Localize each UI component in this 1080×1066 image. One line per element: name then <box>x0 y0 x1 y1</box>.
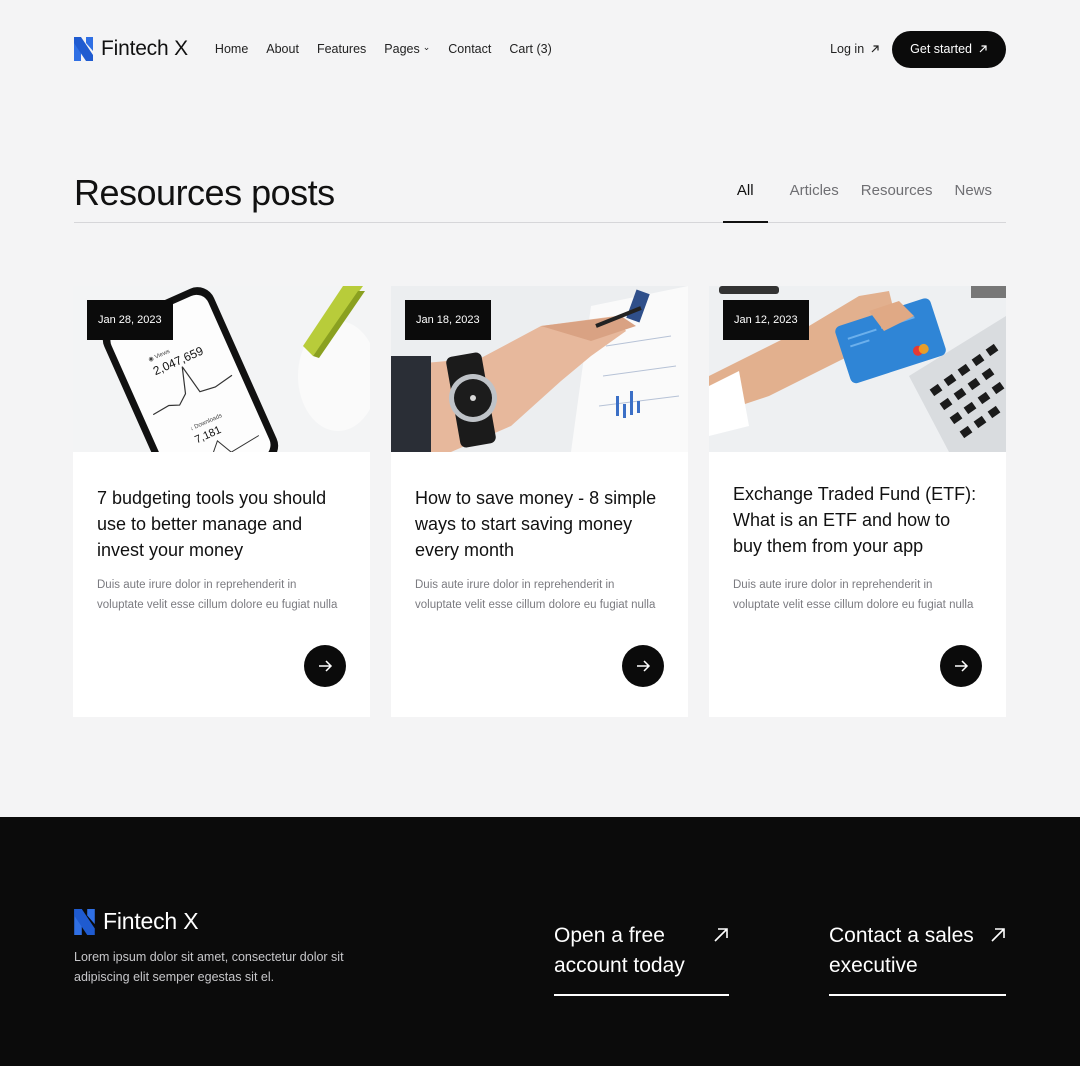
post-date: Jan 18, 2023 <box>405 300 491 340</box>
contact-sales-label: Contact a sales executive <box>829 924 974 977</box>
post-excerpt: Duis aute irure dolor in reprehenderit i… <box>415 579 656 611</box>
post-excerpt: Duis aute irure dolor in reprehenderit i… <box>733 579 974 611</box>
post-title[interactable]: 7 budgeting tools you should use to bett… <box>97 485 346 563</box>
posts-grid: ◉ Views 2,047,659 ↓ Downloads 7,181 Jan … <box>73 286 1006 717</box>
get-started-label: Get started <box>910 42 972 56</box>
arrow-up-right-icon <box>979 45 987 53</box>
arrow-up-right-icon <box>714 928 728 942</box>
nav-about[interactable]: About <box>266 42 299 56</box>
nav-pages-label: Pages <box>384 42 420 56</box>
nav-home[interactable]: Home <box>215 42 248 56</box>
post-date: Jan 12, 2023 <box>723 300 809 340</box>
footer-brand-logo[interactable]: Fintech X <box>74 908 199 935</box>
get-started-button[interactable]: Get started <box>892 30 1006 68</box>
open-account-label: Open a free account today <box>554 924 685 977</box>
post-image: Jan 18, 2023 <box>391 286 688 452</box>
tab-resources[interactable]: Resources <box>861 182 933 222</box>
post-card[interactable]: Jan 12, 2023 Exchange Traded Fund (ETF):… <box>709 286 1006 717</box>
contact-sales-link[interactable]: Contact a sales executive <box>829 921 1006 996</box>
post-card[interactable]: Jan 18, 2023 How to save money - 8 simpl… <box>391 286 688 717</box>
nav-actions: Log in Get started <box>830 30 1006 68</box>
footer-brand-name: Fintech X <box>103 908 199 934</box>
top-nav: Fintech X Home About Features Pages ⌄ Con… <box>74 30 1006 68</box>
post-date: Jan 28, 2023 <box>87 300 173 340</box>
nav-pages[interactable]: Pages ⌄ <box>384 41 431 57</box>
post-excerpt: Duis aute irure dolor in reprehenderit i… <box>97 579 338 611</box>
read-more-button[interactable] <box>940 645 982 687</box>
nav-contact[interactable]: Contact <box>448 42 491 56</box>
filter-tabs: All Articles Resources News <box>722 182 992 223</box>
read-more-button[interactable] <box>622 645 664 687</box>
footer-description: Lorem ipsum dolor sit amet, consectetur … <box>74 950 344 984</box>
nav-features[interactable]: Features <box>317 42 366 56</box>
nav-cart[interactable]: Cart (3) <box>509 42 551 56</box>
login-link[interactable]: Log in <box>830 42 880 56</box>
fintech-logo-icon <box>74 37 93 61</box>
open-account-link[interactable]: Open a free account today <box>554 921 729 996</box>
arrow-right-icon <box>637 660 651 672</box>
resources-header: Resources posts All Articles Resources N… <box>74 170 1006 223</box>
arrow-right-icon <box>955 660 969 672</box>
tab-all[interactable]: All <box>722 182 768 223</box>
arrow-up-right-icon <box>871 45 879 53</box>
brand-logo[interactable]: Fintech X <box>74 37 188 61</box>
post-title[interactable]: Exchange Traded Fund (ETF): What is an E… <box>733 481 982 559</box>
tab-articles[interactable]: Articles <box>790 182 839 222</box>
tab-news[interactable]: News <box>954 182 992 222</box>
post-card[interactable]: ◉ Views 2,047,659 ↓ Downloads 7,181 Jan … <box>73 286 370 717</box>
post-image: ◉ Views 2,047,659 ↓ Downloads 7,181 Jan … <box>73 286 370 452</box>
main-menu: Home About Features Pages ⌄ Contact Cart … <box>215 41 552 57</box>
arrow-up-right-icon <box>991 928 1005 942</box>
arrow-right-icon <box>319 660 333 672</box>
fintech-logo-icon <box>74 908 95 935</box>
chevron-down-icon: ⌄ <box>422 41 431 52</box>
login-label: Log in <box>830 42 865 56</box>
read-more-button[interactable] <box>304 645 346 687</box>
page-title: Resources posts <box>74 172 335 213</box>
brand-name: Fintech X <box>101 37 188 60</box>
post-title[interactable]: How to save money - 8 simple ways to sta… <box>415 485 664 563</box>
post-image: Jan 12, 2023 <box>709 286 1006 452</box>
footer: Fintech X Lorem ipsum dolor sit amet, co… <box>0 817 1080 1066</box>
